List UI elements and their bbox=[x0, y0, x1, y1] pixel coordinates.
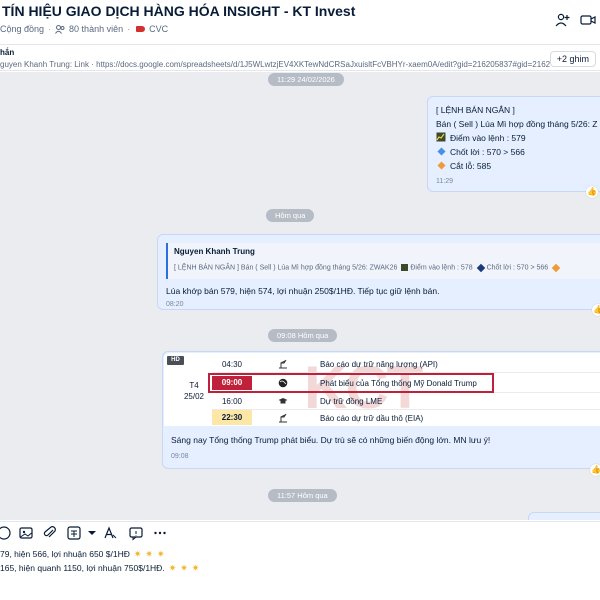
sparkle-icon: ✷ bbox=[156, 549, 165, 559]
orange-diamond-icon bbox=[437, 161, 446, 170]
message-line: Bán ( Sell ) Lúa Mì hợp đồng tháng 5/26:… bbox=[436, 119, 598, 129]
event-time: 09:00 bbox=[212, 376, 252, 390]
input-text-line-1: 79, hiện 566, lợi nhuận 650 $/1HĐ bbox=[0, 549, 130, 559]
calendar-row-highlighted: 09:00 Phát biểu của Tổng thống Mỹ Donald… bbox=[208, 373, 600, 393]
quote-tp: Chốt lời : 570 > 566 bbox=[486, 264, 549, 272]
message-input[interactable]: 79, hiện 566, lợi nhuận 650 $/1HĐ ✷ ✷ ✷ 165… bbox=[0, 543, 600, 600]
time-separator: 11:57 Hôm qua bbox=[268, 489, 337, 502]
quote-author: Nguyen Khanh Trung bbox=[174, 247, 255, 256]
tag-icon bbox=[136, 26, 146, 32]
pinned-text[interactable]: guyen Khanh Trung: Link · https://docs.g… bbox=[0, 60, 550, 69]
quote-text: [ LỆNH BÁN NGẮN ] Bán ( Sell ) Lúa Mì hợ… bbox=[174, 263, 562, 272]
add-member-icon[interactable] bbox=[555, 12, 571, 28]
chat-header: TÍN HIỆU GIAO DỊCH HÀNG HÓA INSIGHT - KT… bbox=[0, 0, 600, 40]
take-profit: Chốt lời : 570 > 566 bbox=[450, 147, 525, 157]
input-line: 165, hiện quanh 1150, lợi nhuận 750$/1HĐ… bbox=[0, 563, 199, 574]
quote-text-main: [ LỆNH BÁN NGẮN ] Bán ( Sell ) Lúa Mì hợ… bbox=[174, 264, 398, 272]
group-subtitle: Cộng đồng · 80 thành viên · CVC bbox=[0, 24, 168, 34]
message-time: 09:08 bbox=[171, 453, 189, 460]
quote-icon[interactable] bbox=[66, 525, 82, 541]
chart-emoji-icon bbox=[436, 132, 446, 142]
message-bubble[interactable]: HD KCT T4 25/02 04:30 Báo cáo dự trữ năn… bbox=[162, 351, 600, 469]
message-icon[interactable] bbox=[128, 525, 144, 541]
more-options-icon[interactable] bbox=[152, 525, 168, 541]
time-separator: Hôm qua bbox=[266, 209, 315, 222]
separator-dot: · bbox=[48, 24, 52, 34]
hd-badge: HD bbox=[167, 356, 184, 365]
input-text-line-2: 165, hiện quanh 1150, lợi nhuận 750$/1HĐ… bbox=[0, 563, 165, 573]
stop-loss: Cắt lỗ: 585 bbox=[450, 161, 492, 171]
message-bubble-partial[interactable] bbox=[528, 512, 600, 520]
attachment-icon[interactable] bbox=[42, 525, 58, 541]
pinned-sender: hắn bbox=[0, 48, 15, 57]
composer-toolbar bbox=[0, 521, 600, 543]
orange-diamond-icon bbox=[551, 263, 561, 272]
message-time: 11:29 bbox=[436, 178, 453, 185]
sparkle-icon: ✷ bbox=[180, 563, 188, 573]
graduation-cap-icon bbox=[278, 398, 288, 404]
chat-area[interactable]: 11:29 24/02/2026 [ LỆNH BÁN NGẮN ] Bán (… bbox=[0, 72, 600, 520]
time-separator: 11:29 24/02/2026 bbox=[268, 73, 344, 86]
message-line: [ LỆNH BÁN NGẮN ] bbox=[436, 105, 515, 115]
separator-dot: · bbox=[127, 24, 131, 34]
globe-icon bbox=[278, 378, 288, 388]
event-time: 22:30 bbox=[212, 410, 252, 425]
event-name: Phát biểu của Tổng thống Mỹ Donald Trump bbox=[320, 379, 477, 388]
time-separator: 09:08 Hôm qua bbox=[268, 329, 338, 342]
blue-diamond-icon bbox=[437, 147, 446, 156]
event-name: Báo cáo dự trữ dầu thô (EIA) bbox=[320, 414, 424, 423]
chart-emoji-icon bbox=[401, 264, 409, 271]
members-count[interactable]: 80 thành viên bbox=[69, 24, 123, 34]
calendar-row: 04:30 Báo cáo dự trữ năng lượng (API) bbox=[212, 356, 600, 373]
text-format-icon[interactable] bbox=[102, 525, 118, 541]
pinned-message-bar[interactable]: hắn guyen Khanh Trung: Link · https://do… bbox=[0, 44, 600, 71]
quoted-message[interactable]: Nguyen Khanh Trung [ LỆNH BÁN NGẮN ] Bán… bbox=[166, 243, 600, 279]
event-time: 04:30 bbox=[221, 360, 243, 369]
video-call-icon[interactable] bbox=[580, 12, 596, 28]
members-icon bbox=[55, 24, 65, 34]
message-time: 08:20 bbox=[166, 301, 184, 308]
quote-entry: Điểm vào lệnh : 578 bbox=[410, 264, 473, 272]
sparkle-icon: ✷ bbox=[145, 549, 153, 559]
message-bubble[interactable]: [ LỆNH BÁN NGẮN ] Bán ( Sell ) Lúa Mì hợ… bbox=[427, 96, 600, 192]
tag-label[interactable]: CVC bbox=[149, 24, 168, 34]
message-text: Lúa khớp bán 579, hiện 574, lợi nhuận 25… bbox=[166, 286, 440, 296]
image-icon[interactable] bbox=[18, 525, 34, 541]
sticker-icon[interactable] bbox=[0, 525, 12, 541]
calendar-day: T4 bbox=[189, 381, 199, 390]
reaction-icon[interactable]: 👍 bbox=[586, 186, 598, 198]
message-text: Sáng nay Tổng thống Trump phát biểu. Dự … bbox=[171, 435, 491, 445]
entry-point: Điểm vào lệnh : 579 bbox=[450, 133, 526, 143]
reaction-icon[interactable]: 👍 bbox=[590, 464, 600, 476]
reaction-icon[interactable]: 👍 bbox=[592, 304, 600, 316]
event-name: Dự trữ đồng LME bbox=[320, 397, 383, 406]
event-name: Báo cáo dự trữ năng lượng (API) bbox=[320, 360, 438, 369]
input-line: 79, hiện 566, lợi nhuận 650 $/1HĐ ✷ ✷ ✷ bbox=[0, 549, 165, 560]
event-time: 16:00 bbox=[221, 397, 243, 406]
message-bubble[interactable]: Nguyen Khanh Trung [ LỆNH BÁN NGẮN ] Bán… bbox=[157, 234, 600, 310]
chevron-down-icon[interactable] bbox=[84, 525, 100, 541]
calendar-image[interactable]: HD KCT T4 25/02 04:30 Báo cáo dự trữ năn… bbox=[164, 353, 600, 426]
sparkle-icon: ✷ bbox=[168, 563, 177, 573]
more-pins-button[interactable]: +2 ghim bbox=[549, 51, 596, 67]
calendar-row: 16:00 Dự trữ đồng LME bbox=[212, 393, 600, 410]
community-label[interactable]: Cộng đồng bbox=[0, 24, 44, 34]
oil-pump-icon bbox=[279, 359, 287, 369]
sparkle-icon: ✷ bbox=[133, 549, 142, 559]
calendar-date: 25/02 bbox=[183, 392, 205, 401]
calendar-row: 22:30 Báo cáo dự trữ dầu thô (EIA) bbox=[212, 410, 600, 426]
group-title[interactable]: TÍN HIỆU GIAO DỊCH HÀNG HÓA INSIGHT - KT… bbox=[2, 3, 355, 19]
sparkle-icon: ✷ bbox=[191, 563, 200, 573]
blue-diamond-icon bbox=[476, 263, 485, 272]
oil-pump-icon bbox=[279, 413, 287, 423]
